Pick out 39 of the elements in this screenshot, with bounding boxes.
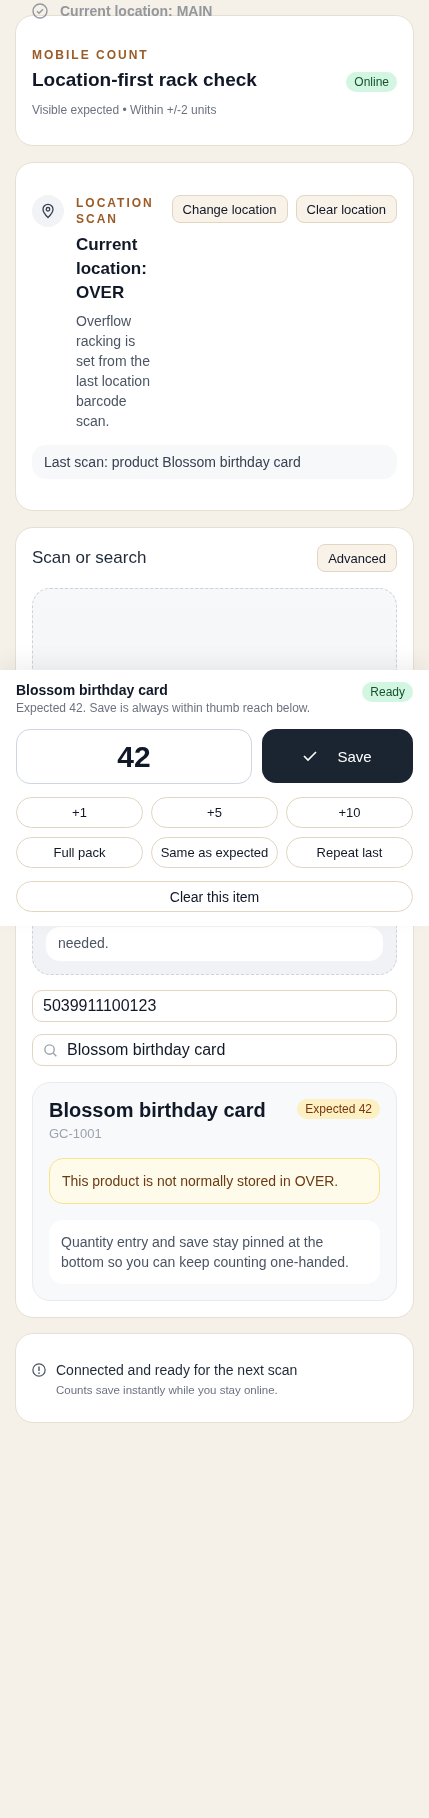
location-description: Overflow racking is set from the last location barcode scan. xyxy=(76,312,150,431)
banner-text: Current location: MAIN xyxy=(60,3,213,19)
eyebrow-label: LOCATION SCAN xyxy=(76,195,150,227)
quantity-field[interactable]: 42 xyxy=(16,729,252,784)
ready-pill: Ready xyxy=(362,682,413,702)
location-pin-icon xyxy=(32,195,64,227)
expected-badge: Expected 42 xyxy=(297,1099,380,1119)
status-pill: Online xyxy=(346,72,397,92)
last-scan-text: Last scan: product Blossom birthday card xyxy=(32,445,397,479)
check-icon xyxy=(303,750,318,762)
location-action-button[interactable]: Change location xyxy=(171,195,288,223)
location-title: Current location: OVER xyxy=(76,234,148,304)
quick-amount-button[interactable]: +5 xyxy=(151,797,278,828)
quick-amount-button[interactable]: Same as expected xyxy=(151,837,278,868)
save-button[interactable]: Save xyxy=(262,729,413,783)
page-title: Location-first rack check xyxy=(32,69,257,91)
product-sku: GC-1001 xyxy=(49,1126,103,1141)
info-icon xyxy=(32,1363,46,1377)
product-name: Blossom birthday card xyxy=(49,1099,266,1122)
panel-product-name: Blossom birthday card xyxy=(16,682,169,698)
section-title: Scan or search xyxy=(32,548,147,568)
info-note: Quantity entry and save stay pinned at the bottom so you can keep counting one-handed. xyxy=(49,1220,380,1284)
panel-hint: Expected 42. Save is always within thumb reach below. xyxy=(16,701,311,715)
search-field[interactable]: Blossom birthday card xyxy=(32,1034,397,1066)
location-action-button[interactable]: Clear location xyxy=(295,195,397,223)
eyebrow-label: MOBILE COUNT xyxy=(32,48,150,62)
quick-amount-button[interactable]: +10 xyxy=(286,797,413,828)
status-title: Connected and ready for the next scan xyxy=(56,1362,298,1378)
meta-text: Visible expected • Within +/-2 units xyxy=(32,103,218,117)
quick-amount-button[interactable]: Repeat last xyxy=(286,837,413,868)
quick-amount-button[interactable]: +1 xyxy=(16,797,143,828)
search-icon xyxy=(43,1042,58,1058)
clear-item-button[interactable]: Clear this item xyxy=(16,881,413,912)
barcode-field[interactable]: 5039911100123 xyxy=(32,990,397,1022)
camera-hint-text: needed. xyxy=(46,927,383,961)
warning-message: This product is not normally stored in OVER. xyxy=(49,1158,380,1204)
status-detail: Counts save instantly while you stay online. xyxy=(56,1384,279,1396)
advanced-button[interactable]: Advanced xyxy=(317,544,397,572)
quick-amount-button[interactable]: Full pack xyxy=(16,837,143,868)
